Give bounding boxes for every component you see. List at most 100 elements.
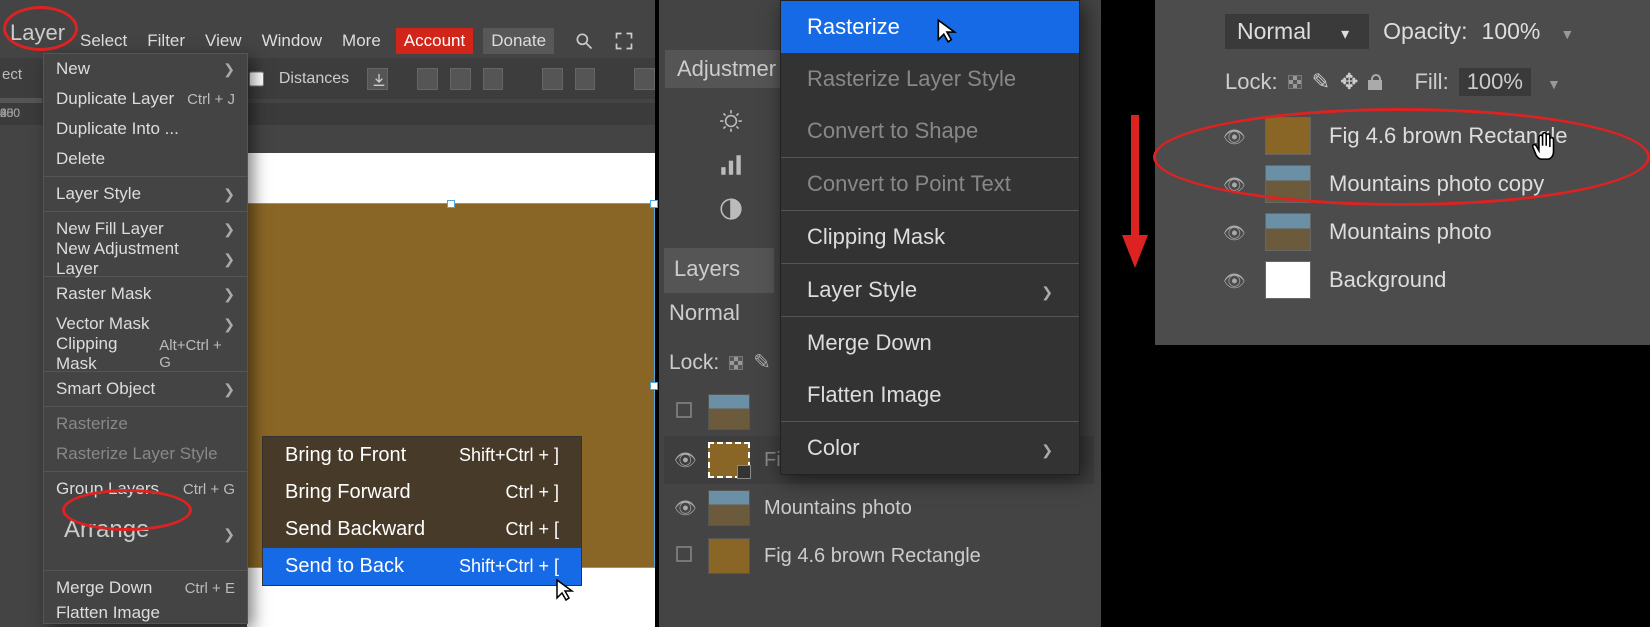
arrange-bring-forward[interactable]: Bring ForwardCtrl + ] <box>263 474 581 511</box>
visibility-toggle-icon[interactable] <box>674 449 694 472</box>
transform-handle-right[interactable] <box>650 382 658 390</box>
layer-thumbnail <box>1265 165 1311 203</box>
ctx-clipping-mask[interactable]: Clipping Mask <box>781 211 1079 263</box>
menu-rasterize-layer-style: Rasterize Layer Style <box>44 439 247 469</box>
layer-name: Fig 4.6 brown Rectangle <box>1329 123 1567 149</box>
align-middle-icon[interactable] <box>575 68 596 90</box>
opacity-label: Opacity: <box>1383 18 1467 45</box>
menu-new-adjustment-layer[interactable]: New Adjustment Layer <box>44 244 247 274</box>
menu-arrange[interactable]: Arrange <box>44 504 247 568</box>
ctx-color[interactable]: Color <box>781 422 1079 474</box>
lock-pixels-icon[interactable]: ✎ <box>1312 69 1330 95</box>
panel-1-photopea: Select Filter View Window More Account D… <box>0 0 655 627</box>
levels-icon[interactable] <box>718 152 748 182</box>
layer-thumbnail <box>708 394 750 430</box>
layer-row[interactable]: Mountains photo copy <box>1223 160 1650 208</box>
menu-duplicate-layer[interactable]: Duplicate LayerCtrl + J <box>44 84 247 114</box>
layer-menu-dropdown: New Duplicate LayerCtrl + J Duplicate In… <box>43 53 248 624</box>
visibility-toggle-icon[interactable] <box>1223 123 1247 149</box>
lock-label: Lock: <box>1225 69 1278 95</box>
adjustments-panel-header[interactable]: Adjustmer <box>665 50 795 88</box>
arrange-submenu: Bring to FrontShift+Ctrl + ] Bring Forwa… <box>262 436 582 586</box>
blend-mode-select[interactable]: Normal <box>669 300 740 326</box>
visibility-toggle-icon[interactable] <box>1223 267 1247 293</box>
fill-value[interactable]: 100% <box>1459 68 1531 96</box>
transform-handle-top-right[interactable] <box>650 200 658 208</box>
layer-name: Mountains photo <box>764 497 912 520</box>
contrast-icon[interactable] <box>718 196 748 226</box>
search-icon[interactable] <box>574 31 594 51</box>
distances-checkbox[interactable] <box>249 71 264 87</box>
layer-name: Mountains photo <box>1329 219 1492 245</box>
menu-view[interactable]: View <box>205 31 242 51</box>
menu-window[interactable]: Window <box>262 31 322 51</box>
ctx-rasterize[interactable]: Rasterize <box>781 1 1079 53</box>
menu-delete[interactable]: Delete <box>44 144 247 174</box>
opacity-dropdown-icon[interactable] <box>1554 18 1574 45</box>
layer-thumbnail <box>1265 261 1311 299</box>
visibility-toggle-icon[interactable] <box>674 497 694 520</box>
transform-handle-top[interactable] <box>447 200 455 208</box>
layer-row[interactable]: Background <box>1223 256 1650 304</box>
visibility-checkbox[interactable] <box>674 401 694 424</box>
menu-rasterize: Rasterize <box>44 409 247 439</box>
ctx-layer-style[interactable]: Layer Style <box>781 264 1079 316</box>
arrange-send-backward[interactable]: Send BackwardCtrl + [ <box>263 511 581 548</box>
menu-select[interactable]: Select <box>80 31 127 51</box>
lock-transparency-icon[interactable] <box>729 356 743 370</box>
menu-group-layers[interactable]: Group LayersCtrl + G <box>44 474 247 504</box>
layers-panel: Normal Opacity: 100% Lock: ✎ ✥ Fill: 100… <box>1155 0 1650 345</box>
layer-context-menu: Rasterize Rasterize Layer Style Convert … <box>780 0 1080 475</box>
menu-new[interactable]: New <box>44 54 247 84</box>
visibility-toggle-icon[interactable] <box>1223 171 1247 197</box>
layer-row[interactable]: Fig 4.6 brown Rectangle <box>664 532 1094 580</box>
lock-row: Lock: ✎ <box>669 350 771 375</box>
menu-layer-style[interactable]: Layer Style <box>44 179 247 209</box>
menu-duplicate-into[interactable]: Duplicate Into ... <box>44 114 247 144</box>
menu-smart-object[interactable]: Smart Object <box>44 374 247 404</box>
menu-clipping-mask[interactable]: Clipping MaskAlt+Ctrl + G <box>44 339 247 369</box>
arrange-send-to-back[interactable]: Send to BackShift+Ctrl + [ <box>263 548 581 585</box>
align-top-icon[interactable] <box>542 68 563 90</box>
lock-pixels-icon[interactable]: ✎ <box>753 350 771 375</box>
menu-account[interactable]: Account <box>396 28 473 54</box>
arrange-bring-to-front[interactable]: Bring to FrontShift+Ctrl + ] <box>263 437 581 474</box>
brightness-icon[interactable] <box>718 108 748 138</box>
layer-thumbnail <box>708 490 750 526</box>
lock-transparency-icon[interactable] <box>1288 75 1302 89</box>
layer-row[interactable]: Mountains photo <box>1223 208 1650 256</box>
layers-tab[interactable]: Layers <box>664 248 774 293</box>
menu-filter[interactable]: Filter <box>147 31 185 51</box>
shape-badge-icon <box>737 465 751 479</box>
layer-row[interactable]: Fig 4.6 brown Rectangle <box>1223 112 1650 160</box>
ctx-convert-to-point-text: Convert to Point Text <box>781 158 1079 210</box>
menu-raster-mask[interactable]: Raster Mask <box>44 279 247 309</box>
menu-layer-open[interactable]: Layer <box>10 20 65 46</box>
menu-donate[interactable]: Donate <box>483 28 554 54</box>
align-right-icon[interactable] <box>483 68 504 90</box>
menu-more[interactable]: More <box>342 31 381 51</box>
download-icon[interactable] <box>367 68 388 90</box>
align-center-icon[interactable] <box>450 68 471 90</box>
layer-thumbnail <box>708 538 750 574</box>
fill-dropdown-icon[interactable] <box>1541 69 1561 95</box>
layer-row[interactable]: Mountains photo <box>664 484 1094 532</box>
align-left-icon[interactable] <box>417 68 438 90</box>
distances-label: Distances <box>279 70 349 88</box>
layer-name: Background <box>1329 267 1446 293</box>
more-options-icon[interactable] <box>634 68 655 90</box>
layer-name: Mountains photo copy <box>1329 171 1544 197</box>
lock-all-icon[interactable] <box>1368 74 1382 90</box>
lock-position-icon[interactable]: ✥ <box>1340 69 1358 95</box>
blend-mode-select[interactable]: Normal <box>1225 14 1369 49</box>
visibility-checkbox[interactable] <box>674 545 694 568</box>
visibility-toggle-icon[interactable] <box>1223 219 1247 245</box>
menu-flatten-image[interactable]: Flatten Image <box>44 603 247 623</box>
menu-merge-down[interactable]: Merge DownCtrl + E <box>44 573 247 603</box>
layer-thumbnail <box>1265 117 1311 155</box>
opacity-value[interactable]: 100% <box>1482 18 1541 45</box>
ctx-merge-down[interactable]: Merge Down <box>781 317 1079 369</box>
ctx-flatten-image[interactable]: Flatten Image <box>781 369 1079 421</box>
fullscreen-icon[interactable] <box>614 31 634 51</box>
fill-label: Fill: <box>1414 69 1448 95</box>
